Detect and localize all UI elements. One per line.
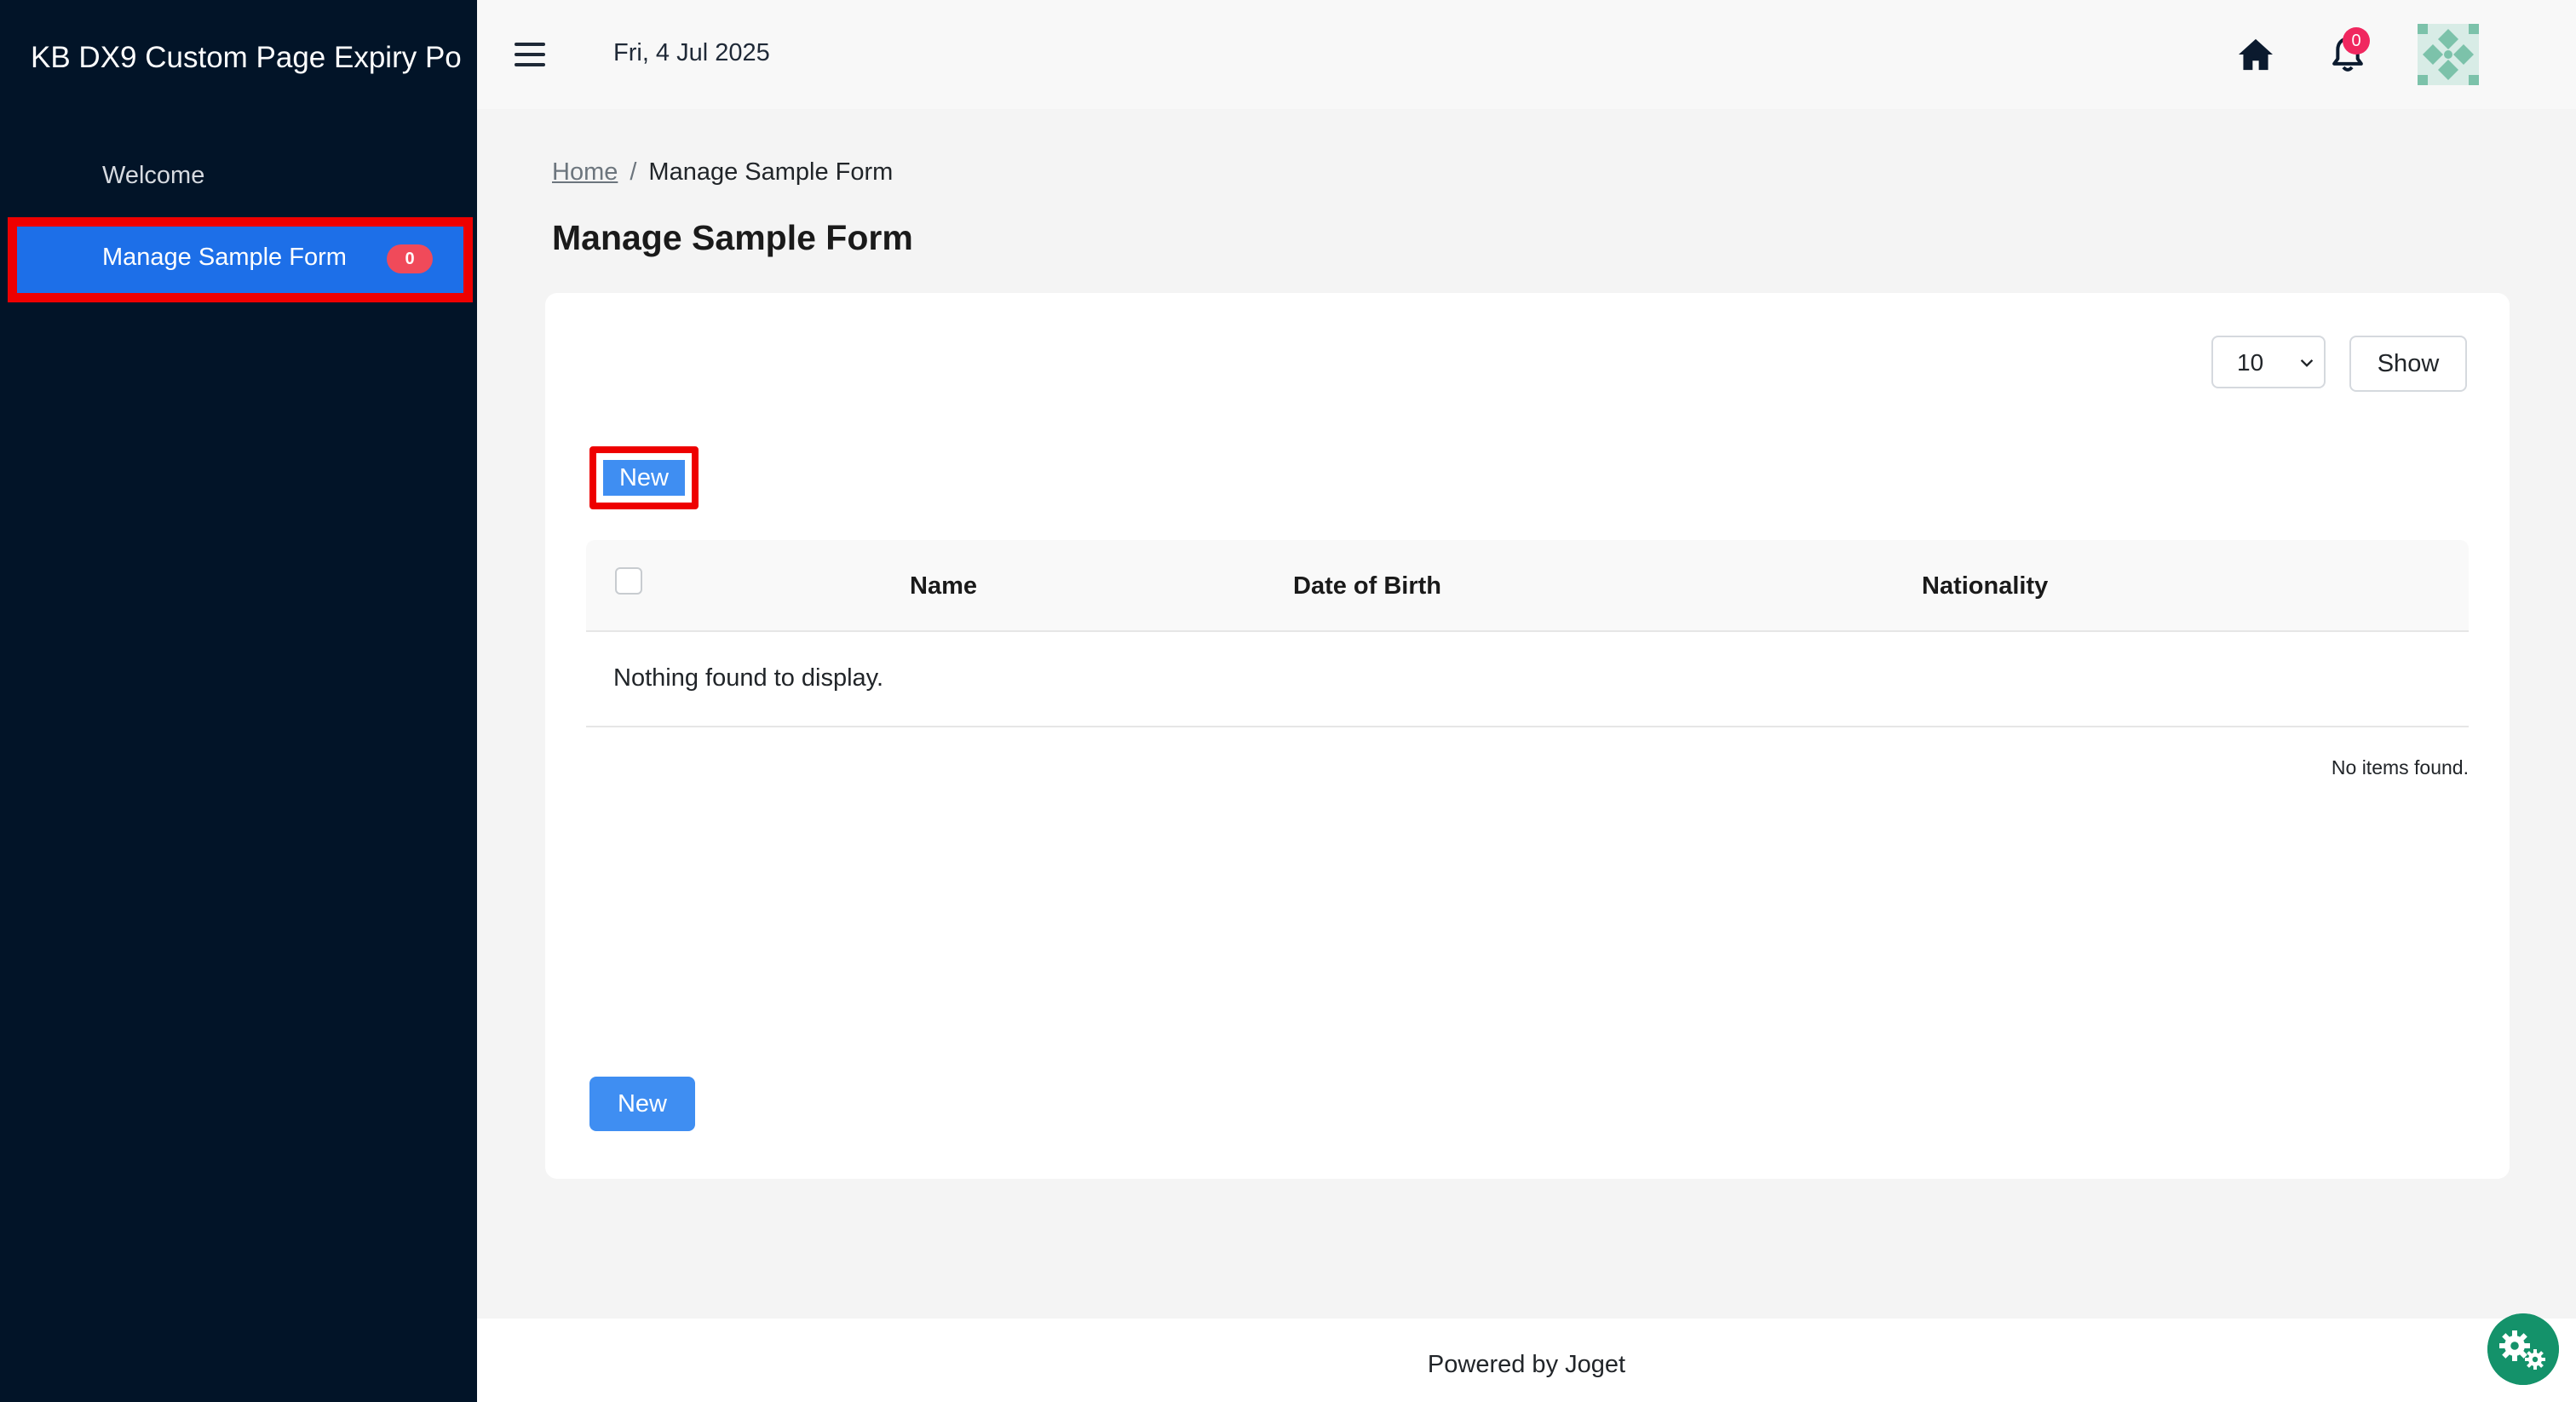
column-header-name[interactable]: Name xyxy=(910,572,977,600)
breadcrumb-home-link[interactable]: Home xyxy=(552,158,618,186)
home-icon[interactable] xyxy=(2237,37,2274,72)
empty-message: Nothing found to display. xyxy=(613,664,884,692)
column-header-nationality[interactable]: Nationality xyxy=(1922,572,2048,600)
top-bar: Fri, 4 Jul 2025 0 xyxy=(477,0,2576,109)
sidebar-item-manage-sample-form[interactable]: Manage Sample Form 0 xyxy=(17,227,463,293)
page-size-select[interactable]: 10 xyxy=(2211,336,2326,388)
table-header: Name Date of Birth Nationality xyxy=(586,540,2469,632)
menu-icon[interactable] xyxy=(515,43,545,66)
breadcrumb: Home / Manage Sample Form xyxy=(552,158,893,187)
avatar[interactable] xyxy=(2418,24,2479,85)
footer-text: Powered by Joget xyxy=(1427,1351,1626,1378)
table-row: Nothing found to display. xyxy=(586,632,2469,727)
sidebar: KB DX9 Custom Page Expiry Po Welcome Man… xyxy=(0,0,477,1402)
pagination-status: No items found. xyxy=(2331,756,2469,779)
current-date: Fri, 4 Jul 2025 xyxy=(613,39,770,66)
sidebar-item-label: Manage Sample Form xyxy=(102,244,347,271)
app-title[interactable]: KB DX9 Custom Page Expiry Po xyxy=(31,41,462,75)
breadcrumb-separator: / xyxy=(630,158,637,186)
new-button-top[interactable]: New xyxy=(603,460,685,496)
notification-badge: 0 xyxy=(2343,27,2370,55)
show-button[interactable]: Show xyxy=(2349,336,2467,392)
new-button-bottom[interactable]: New xyxy=(589,1077,695,1131)
count-badge: 0 xyxy=(387,244,433,273)
chevron-down-icon xyxy=(2300,359,2314,367)
footer: Powered by Joget xyxy=(477,1319,2576,1402)
page-size-value: 10 xyxy=(2237,349,2264,376)
list-card: 10 Show New Name Date of Birth Nationali… xyxy=(545,293,2510,1179)
column-header-date-of-birth[interactable]: Date of Birth xyxy=(1293,572,1441,600)
sidebar-item-welcome[interactable]: Welcome xyxy=(102,162,204,190)
settings-gear-icon[interactable] xyxy=(2487,1313,2559,1385)
select-all-checkbox[interactable] xyxy=(615,567,642,595)
breadcrumb-current: Manage Sample Form xyxy=(648,158,894,186)
page-title: Manage Sample Form xyxy=(552,218,913,257)
